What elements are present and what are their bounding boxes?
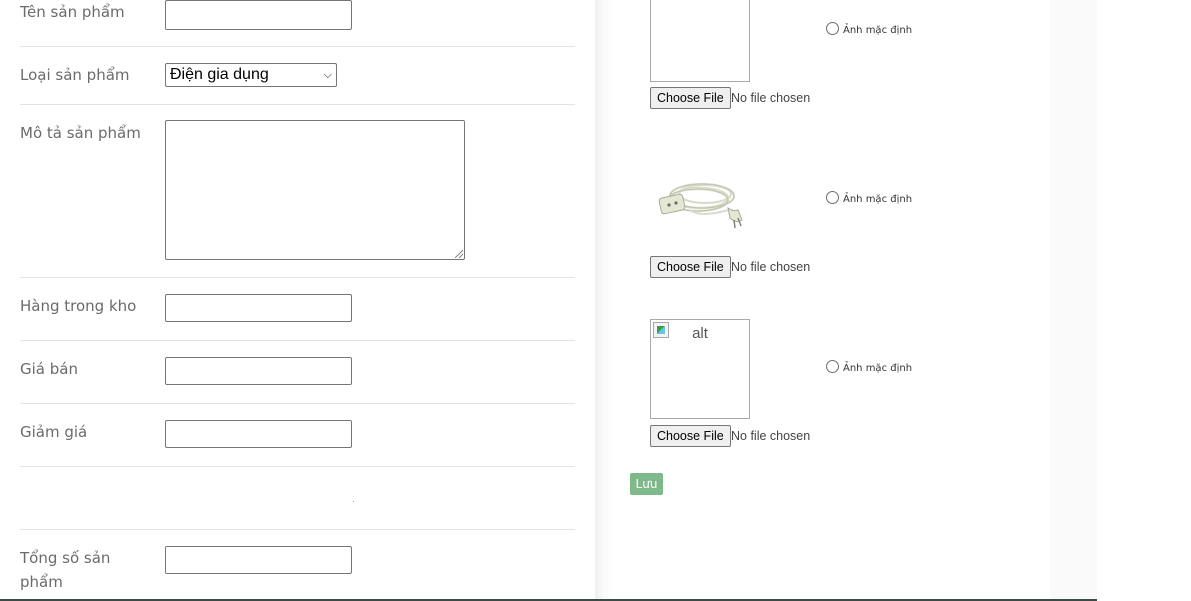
right-margin-strip [1050,0,1097,599]
product-name-input[interactable] [165,0,352,30]
save-button[interactable]: Lưu [630,473,663,495]
file-status-1: No file chosen [731,91,811,105]
file-status-2: No file chosen [731,260,811,274]
row-total: Tổng số sản phẩm [20,530,575,599]
row-stock: Hàng trong kho [20,278,575,341]
row-discount: Giảm giá [20,404,575,467]
price-label: Giá bán [20,360,78,378]
choose-file-button-1[interactable]: Choose File [650,87,731,109]
row-price: Giá bán [20,341,575,404]
chevron-down-icon: ⌵ [323,69,332,81]
row-product-type: Loại sản phẩm Điện gia dụng ⌵ [20,47,575,105]
stock-input[interactable] [165,294,352,322]
default-image-radio-3[interactable] [826,360,839,373]
choose-file-button-2[interactable]: Choose File [650,256,731,278]
total-input[interactable] [165,546,352,574]
default-image-label-3: Ảnh mặc định [843,363,913,374]
image-preview-extension-cord [650,158,750,238]
stock-label: Hàng trong kho [20,297,137,315]
price-input[interactable] [165,357,352,385]
discount-label: Giảm giá [20,423,88,441]
row-description: Mô tả sản phẩm [20,105,575,278]
file-status-3: No file chosen [731,429,811,443]
product-type-select[interactable]: Điện gia dụng ⌵ [165,63,337,87]
product-type-selected-value: Điện gia dụng [170,66,269,83]
product-type-label: Loại sản phẩm [20,66,130,84]
total-label-line2: phẩm [20,573,63,591]
default-image-label-1: Ảnh mặc định [843,25,913,36]
default-image-radio-1[interactable] [826,22,839,35]
product-name-label: Tên sản phẩm [20,3,125,21]
row-empty [20,467,575,530]
tiny-dot-mark [353,501,354,502]
product-form: Tên sản phẩm Loại sản phẩm Điện gia dụng… [0,0,595,599]
discount-input[interactable] [165,420,352,448]
image-preview-broken: alt [650,319,750,419]
default-image-label-2: Ảnh mặc định [843,194,913,205]
description-label: Mô tả sản phẩm [20,124,141,142]
choose-file-button-3[interactable]: Choose File [650,425,731,447]
total-label-line1: Tổng số sản [20,549,111,567]
resize-grip-icon[interactable] [455,250,463,258]
description-textarea[interactable] [165,120,465,260]
row-product-name: Tên sản phẩm [20,0,575,47]
default-image-radio-2[interactable] [826,191,839,204]
image-alt-text: alt [692,325,708,342]
image-preview-empty [650,0,750,82]
extension-cord-photo [658,182,743,229]
